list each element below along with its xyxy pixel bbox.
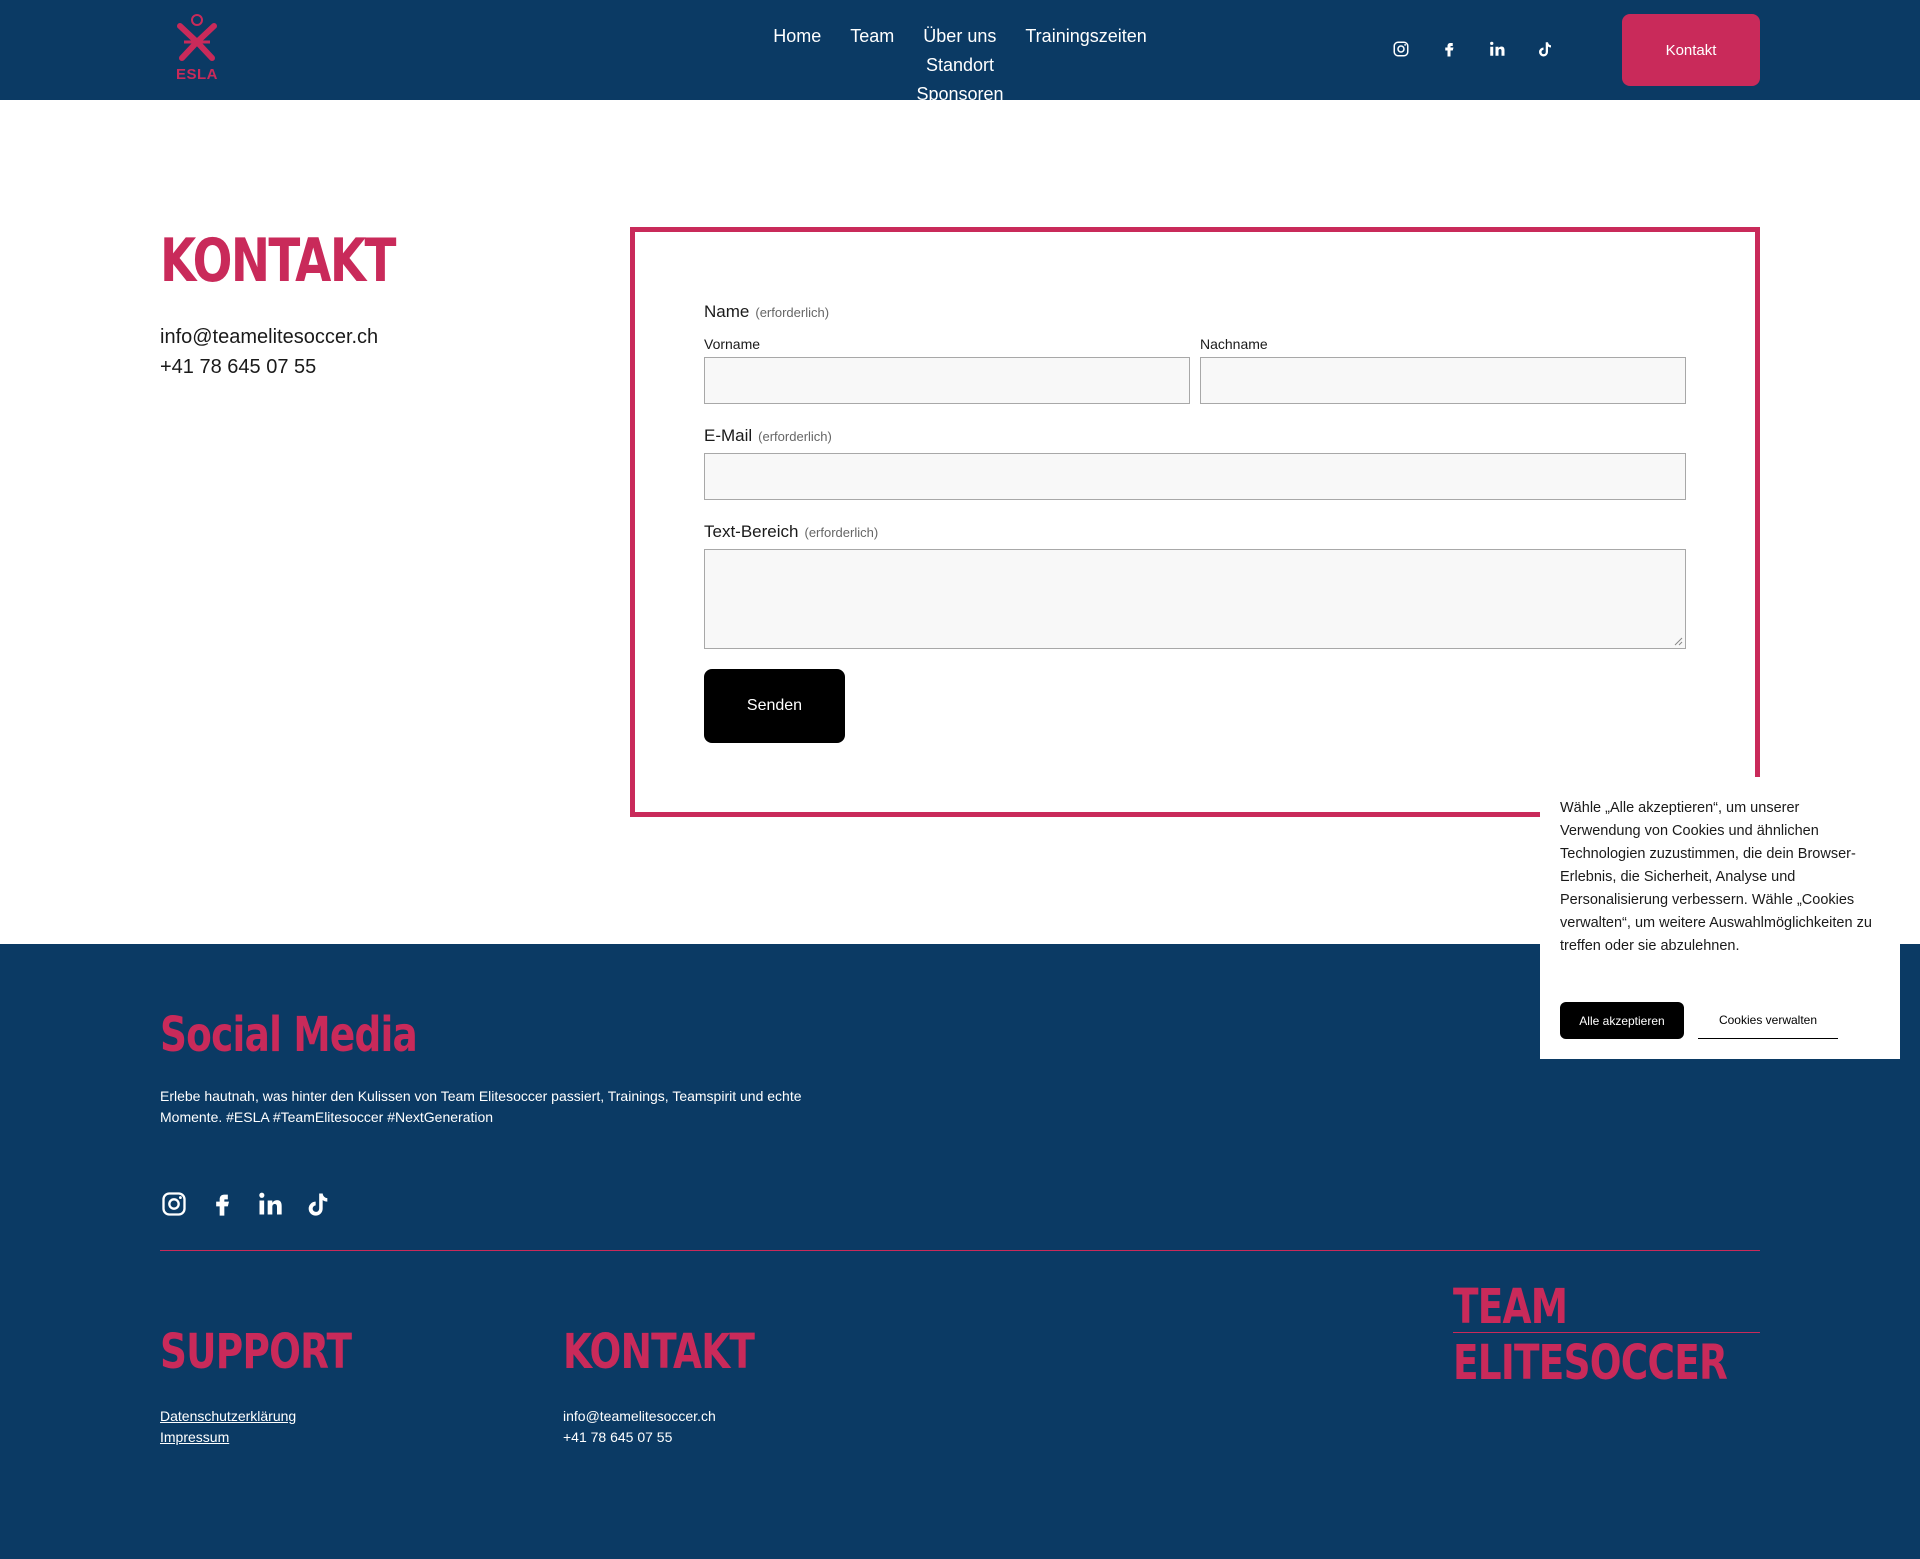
footer-social-links bbox=[160, 1190, 332, 1218]
site-header: ESLA Home Team Über uns Trainingszeiten … bbox=[0, 0, 1920, 104]
main-nav: Home Team Über uns Trainingszeiten Stand… bbox=[720, 22, 1200, 109]
brand-underline bbox=[1453, 1332, 1760, 1333]
name-field-label: Name (erforderlich) bbox=[704, 302, 829, 322]
nav-home[interactable]: Home bbox=[773, 26, 821, 46]
privacy-link[interactable]: Datenschutzerklärung bbox=[160, 1406, 296, 1427]
social-media-text: Erlebe hautnah, was hinter den Kulissen … bbox=[160, 1088, 802, 1125]
firstname-input[interactable] bbox=[704, 357, 1190, 404]
tiktok-icon[interactable] bbox=[1534, 38, 1556, 60]
social-media-heading: Social Media bbox=[160, 1007, 418, 1063]
nav-trainingszeiten[interactable]: Trainingszeiten bbox=[1025, 26, 1146, 46]
email-field-label: E-Mail (erforderlich) bbox=[704, 426, 832, 446]
required-hint: (erforderlich) bbox=[804, 525, 879, 540]
header-social-links bbox=[1390, 38, 1556, 60]
imprint-link[interactable]: Impressum bbox=[160, 1427, 296, 1448]
footer-contact: info@teamelitesoccer.ch +41 78 645 07 55 bbox=[563, 1406, 716, 1448]
lastname-input[interactable] bbox=[1200, 357, 1686, 404]
firstname-label: Vorname bbox=[704, 336, 761, 352]
email-input[interactable] bbox=[704, 453, 1686, 500]
submit-button[interactable]: Senden bbox=[704, 669, 845, 743]
linkedin-icon[interactable] bbox=[256, 1190, 284, 1218]
nav-sponsoren[interactable]: Sponsoren bbox=[916, 84, 1003, 104]
nav-standort[interactable]: Standort bbox=[926, 55, 994, 75]
lastname-label: Nachname bbox=[1200, 336, 1268, 352]
cookie-text: Wähle „Alle akzeptieren“, um unserer Ver… bbox=[1560, 800, 1872, 954]
support-heading: SUPPORT bbox=[160, 1324, 352, 1380]
manage-cookies-button[interactable]: Cookies verwalten bbox=[1698, 1002, 1838, 1039]
facebook-icon[interactable] bbox=[208, 1190, 236, 1218]
required-hint: (erforderlich) bbox=[758, 429, 832, 444]
message-textarea[interactable] bbox=[704, 549, 1686, 649]
facebook-icon[interactable] bbox=[1438, 38, 1460, 60]
name-label: Name bbox=[704, 302, 750, 321]
instagram-icon[interactable] bbox=[160, 1190, 188, 1218]
brand-title[interactable]: TEAM ELITESOCCER bbox=[1453, 1279, 1817, 1391]
required-hint: (erforderlich) bbox=[755, 305, 830, 320]
page-title: KONTAKT bbox=[160, 226, 396, 296]
accept-cookies-button[interactable]: Alle akzeptieren bbox=[1560, 1002, 1684, 1039]
contact-phone[interactable]: +41 78 645 07 55 bbox=[160, 352, 378, 382]
logo-icon bbox=[177, 14, 217, 61]
logo-text: ESLA bbox=[175, 66, 218, 83]
logo[interactable]: ESLA bbox=[174, 12, 220, 83]
footer-kontakt-heading: KONTAKT bbox=[563, 1324, 755, 1380]
instagram-icon[interactable] bbox=[1390, 38, 1412, 60]
contact-email[interactable]: info@teamelitesoccer.ch bbox=[160, 322, 378, 352]
tiktok-icon[interactable] bbox=[304, 1190, 332, 1218]
footer-phone[interactable]: +41 78 645 07 55 bbox=[563, 1427, 716, 1448]
footer-divider bbox=[160, 1250, 1760, 1251]
resize-handle-icon[interactable] bbox=[1674, 637, 1683, 646]
linkedin-icon[interactable] bbox=[1486, 38, 1508, 60]
textarea-field-label: Text-Bereich (erforderlich) bbox=[704, 522, 878, 542]
cookie-banner: Wähle „Alle akzeptieren“, um unserer Ver… bbox=[1540, 777, 1900, 1059]
footer-email[interactable]: info@teamelitesoccer.ch bbox=[563, 1406, 716, 1427]
email-label: E-Mail bbox=[704, 426, 753, 445]
contact-info: info@teamelitesoccer.ch +41 78 645 07 55 bbox=[160, 322, 378, 382]
textarea-label: Text-Bereich bbox=[704, 522, 799, 541]
support-links: Datenschutzerklärung Impressum bbox=[160, 1406, 296, 1448]
kontakt-button[interactable]: Kontakt bbox=[1622, 14, 1760, 86]
nav-team[interactable]: Team bbox=[850, 26, 894, 46]
nav-ueber-uns[interactable]: Über uns bbox=[923, 26, 996, 46]
